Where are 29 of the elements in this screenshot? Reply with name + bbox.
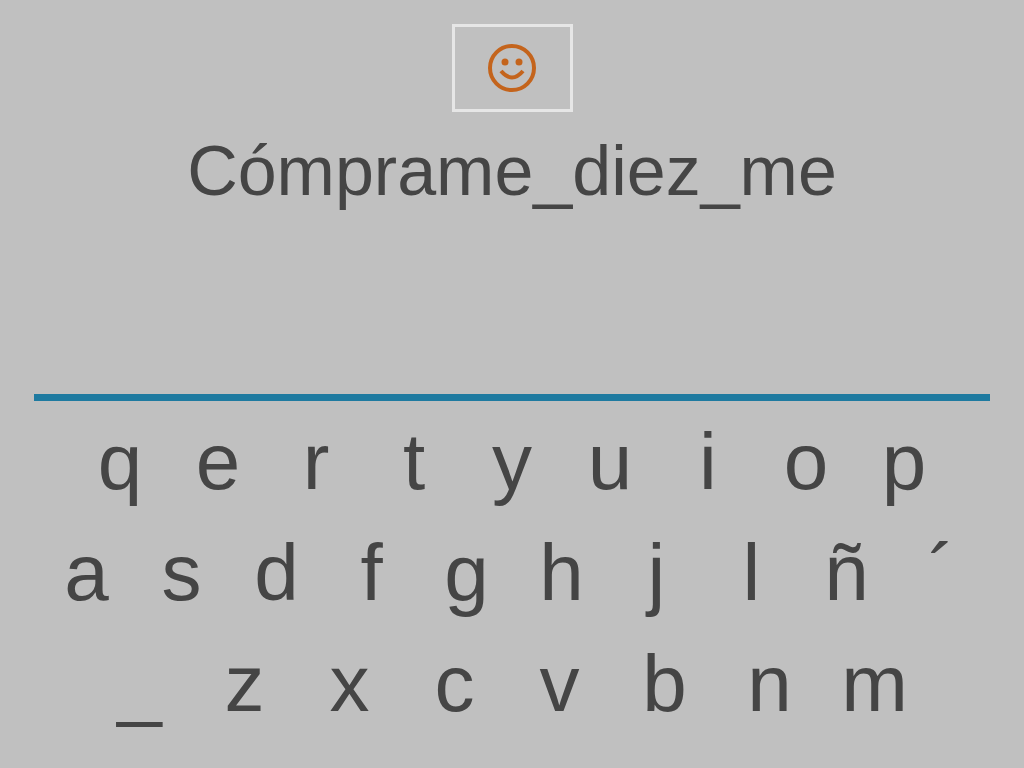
letter-key[interactable]: u [561, 406, 659, 517]
letter-key[interactable]: x [297, 628, 402, 739]
letter-key[interactable]: z [192, 628, 297, 739]
letter-key[interactable]: n [717, 628, 822, 739]
letter-key[interactable]: s [134, 517, 229, 628]
letter-key[interactable]: h [514, 517, 609, 628]
letter-key[interactable]: b [612, 628, 717, 739]
letter-key[interactable]: _ [87, 628, 192, 739]
letter-key[interactable]: ñ [799, 517, 894, 628]
letter-key[interactable]: i [659, 406, 757, 517]
letter-key[interactable]: f [324, 517, 419, 628]
letter-key[interactable]: r [267, 406, 365, 517]
letter-key[interactable]: ´ [894, 517, 989, 628]
letter-key[interactable]: y [463, 406, 561, 517]
letter-key[interactable]: d [229, 517, 324, 628]
letter-key[interactable]: p [855, 406, 953, 517]
letter-key[interactable]: o [757, 406, 855, 517]
letter-key[interactable]: g [419, 517, 514, 628]
letter-key[interactable]: v [507, 628, 612, 739]
letter-key[interactable]: e [169, 406, 267, 517]
smiley-icon [486, 42, 538, 94]
letter-key[interactable]: c [402, 628, 507, 739]
letter-key[interactable]: q [71, 406, 169, 517]
letter-key[interactable]: j [609, 517, 704, 628]
letter-key[interactable]: l [704, 517, 799, 628]
letter-key[interactable]: a [39, 517, 134, 628]
hint-button[interactable] [451, 24, 573, 112]
letter-key[interactable]: m [822, 628, 927, 739]
letter-key[interactable]: t [365, 406, 463, 517]
